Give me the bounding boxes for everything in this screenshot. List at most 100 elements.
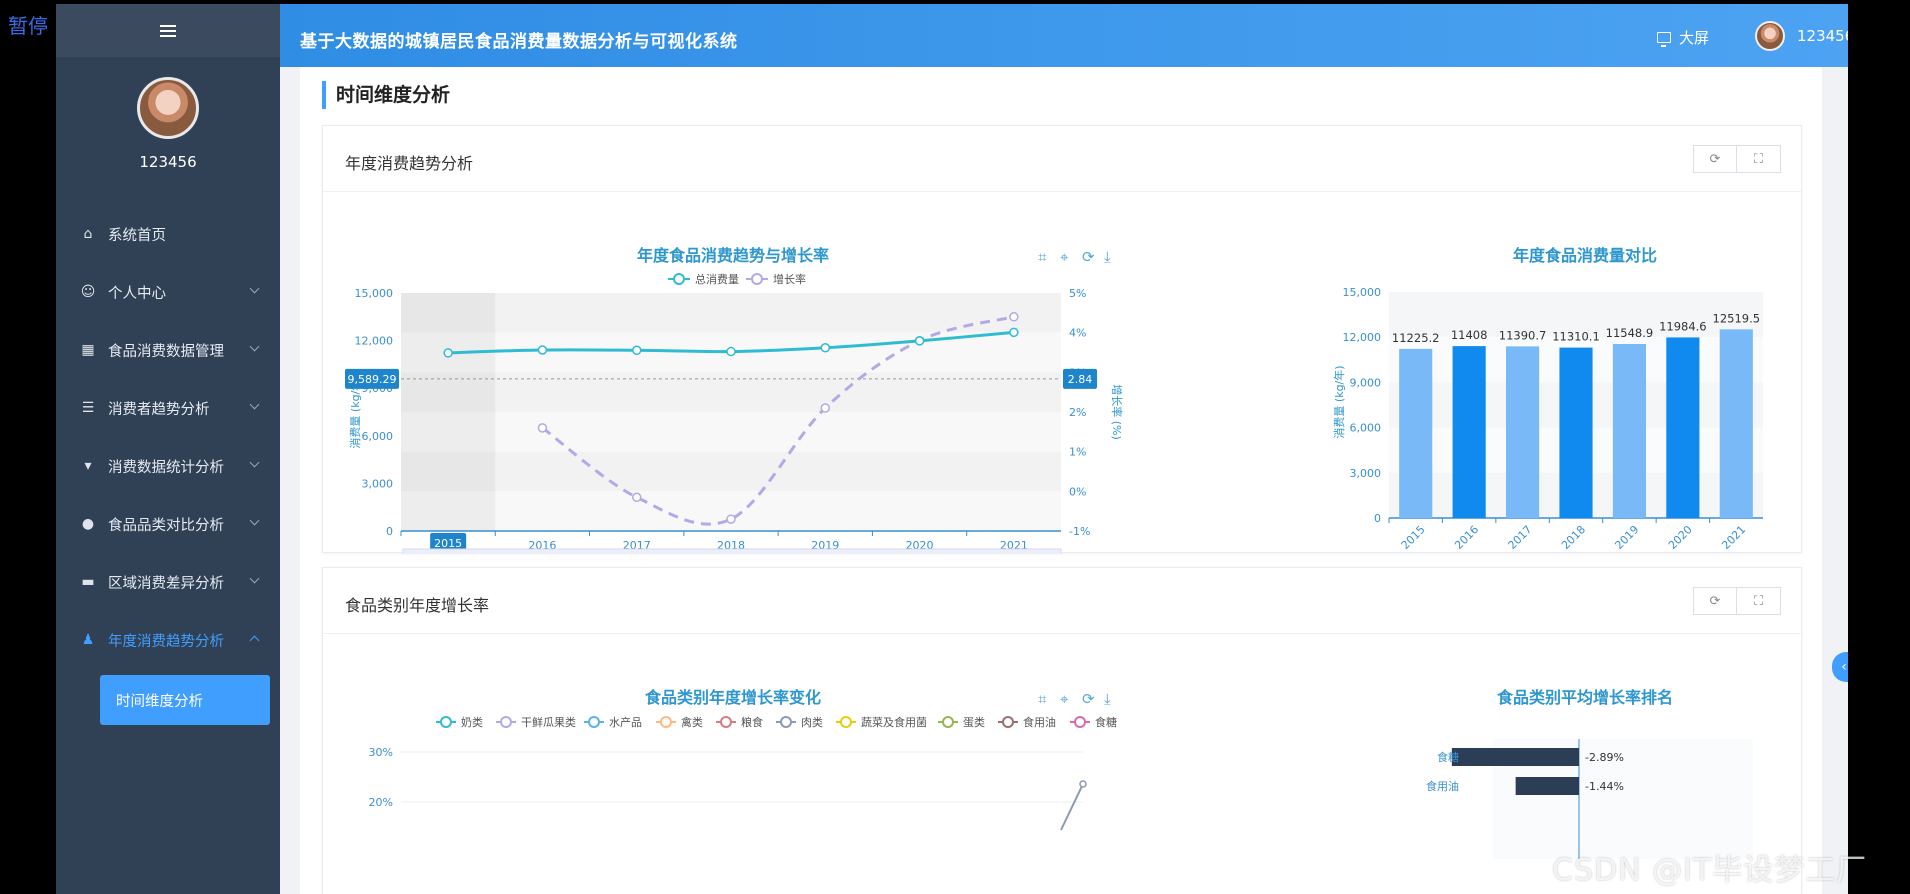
y-tick-label: 0 [386, 525, 393, 538]
grid-band [401, 372, 1061, 412]
y-right-tick-label: -1% [1069, 525, 1090, 538]
zoom-reset-icon[interactable]: ⌖ [1060, 248, 1069, 266]
data-label: 11390.7 [1499, 328, 1547, 342]
chart-title: 食品类别平均增长率排名 [1496, 688, 1673, 707]
y-right-tick-label: 1% [1069, 446, 1086, 459]
download-icon[interactable]: ⤓ [1104, 248, 1111, 266]
legend-marker [660, 716, 672, 728]
y-tick-label: 12,000 [1343, 331, 1382, 344]
data-label: 11310.1 [1552, 330, 1600, 344]
user-icon: ☺ [80, 284, 96, 300]
y-tick-label: 6,000 [362, 430, 394, 443]
data-point-total [631, 345, 642, 356]
card-header: 食品类别年度增长率 ⟳ ⛶ [323, 568, 1801, 634]
bar [1559, 347, 1593, 518]
chevron-icon [249, 515, 260, 526]
sidebar: 123456 ⌂ 系统首页 ☺ 个人中心 ▦ 食品消费数据管理 ☰ 消费者趋势分析 ▾ 消费数据统… [56, 4, 280, 894]
bar [1451, 748, 1579, 766]
y-tick-label: 食用油 [1426, 779, 1459, 793]
chevron-icon [249, 635, 260, 646]
sidebar-menu: ⌂ 系统首页 ☺ 个人中心 ▦ 食品消费数据管理 ☰ 消费者趋势分析 ▾ 消费数据统计分析 ● 食品品… [56, 205, 280, 669]
monitor-icon [1657, 32, 1671, 47]
header: 基于大数据的城镇居民食品消费量数据分析与可视化系统 大屏 123456 [280, 4, 1848, 67]
sidebar-item-label: 消费者趋势分析 [108, 401, 210, 418]
home-icon: ⌂ [83, 226, 93, 242]
grid-band [401, 451, 1061, 492]
fullscreen-button[interactable]: ⛶ [1737, 587, 1781, 615]
x-tick-label: 2019 [1612, 523, 1641, 552]
zoom-reset-icon[interactable]: ⌖ [1060, 690, 1069, 708]
legend-marker [588, 716, 600, 728]
sidebar-item-3[interactable]: ☰ 消费者趋势分析 [56, 379, 280, 437]
user-dropdown[interactable]: 123456 [1755, 21, 1848, 51]
x-tick-label: 2017 [1506, 523, 1535, 552]
legend-marker [1074, 716, 1086, 728]
legend-label: 总消费量 [695, 272, 739, 286]
legend-marker [840, 716, 852, 728]
annual-bar-chart[interactable]: 年度食品消费量对比 0 3,000 6,000 9,000 12,000 15,000 消费量… [1303, 192, 1803, 554]
data-point-total [1009, 327, 1019, 338]
fullscreen-icon: ⛶ [1753, 593, 1764, 609]
legend-label: 蛋类 [963, 715, 985, 729]
chevron-icon [249, 283, 260, 294]
data-point-growth [820, 403, 831, 413]
chart-title: 年度食品消费趋势与增长率 [637, 246, 829, 265]
fullscreen-icon: ⛶ [1753, 151, 1764, 167]
list-icon: ☰ [81, 400, 95, 416]
data-label: -1.44% [1585, 780, 1624, 793]
download-icon[interactable]: ⤓ [1104, 690, 1111, 708]
y-right-tick-label: 0% [1069, 485, 1086, 498]
data-point-total [820, 343, 831, 353]
trend-line-chart[interactable]: 年度食品消费趋势与增长率⌗⌖⟳⤓总消费量增长率03,0006,0009,0001… [323, 192, 1303, 554]
y-tick-label: 20% [369, 796, 393, 809]
legend-label: 粮食 [741, 715, 763, 729]
refresh-icon: ⟳ [1709, 593, 1721, 609]
app-title: 基于大数据的城镇居民食品消费量数据分析与可视化系统 [300, 32, 738, 52]
bar [1666, 337, 1700, 518]
sidebar-toggle[interactable] [56, 4, 280, 57]
legend-marker [942, 716, 954, 728]
zoom-icon[interactable]: ⌗ [1038, 248, 1047, 266]
legend-label: 禽类 [681, 715, 703, 729]
pause-label[interactable]: 暂停 [8, 10, 48, 39]
zoom-icon[interactable]: ⌗ [1038, 690, 1047, 708]
refresh-button[interactable]: ⟳ [1693, 587, 1737, 615]
legend-marker [780, 716, 792, 728]
avatar [137, 77, 199, 139]
bigscreen-button[interactable]: 大屏 [1657, 27, 1709, 48]
sidebar-item-1[interactable]: ☺ 个人中心 [56, 263, 280, 321]
y-right-axis-label: 增长率 (%) [1110, 384, 1124, 440]
legend-label: 奶类 [461, 715, 483, 729]
sidebar-item-label: 食品品类对比分析 [108, 517, 224, 534]
restore-icon[interactable]: ⟳ [1082, 248, 1095, 266]
datazoom-slider[interactable] [402, 548, 1062, 554]
avatar [1755, 21, 1785, 51]
category-growth-chart[interactable]: 食品类别年度增长率变化 ⌗ ⌖ ⟳ ⤓ 奶类 干鲜瓜果类 水产品 禽类 粮食 肉类 蔬菜及食用菌 蛋类 食… [323, 634, 1303, 894]
card-actions: ⟳ ⛶ [1693, 145, 1781, 173]
submenu-item-label: 时间维度分析 [116, 693, 203, 710]
y-tick-label: 12,000 [355, 335, 394, 348]
sidebar-item-5[interactable]: ● 食品品类对比分析 [56, 495, 280, 553]
sidebar-item-0[interactable]: ⌂ 系统首页 [56, 205, 280, 263]
chevron-icon [249, 341, 260, 352]
watermark: CSDN @IT毕设梦工厂 [1552, 853, 1868, 888]
submenu-item-time-analysis[interactable]: 时间维度分析 [100, 675, 270, 725]
bar [1506, 346, 1540, 518]
sidebar-item-4[interactable]: ▾ 消费数据统计分析 [56, 437, 280, 495]
brush-icon: ▾ [84, 458, 92, 474]
sidebar-item-2[interactable]: ▦ 食品消费数据管理 [56, 321, 280, 379]
legend-marker [720, 716, 732, 728]
legend-label: 食用油 [1023, 715, 1056, 729]
data-label: 11408 [1451, 328, 1488, 342]
legend-label: 肉类 [801, 715, 823, 729]
y-tick-label: 6,000 [1350, 422, 1382, 435]
fullscreen-button[interactable]: ⛶ [1737, 145, 1781, 173]
x-tick-label: 2015 [1399, 523, 1428, 552]
sidebar-item-7[interactable]: ♟ 年度消费趋势分析 [56, 611, 280, 669]
restore-icon[interactable]: ⟳ [1082, 690, 1095, 708]
refresh-button[interactable]: ⟳ [1693, 145, 1737, 173]
y-tick-label: 0 [1374, 512, 1381, 525]
sidebar-item-6[interactable]: ▬ 区域消费差异分析 [56, 553, 280, 611]
y-tick-label: 15,000 [355, 287, 394, 300]
card-title: 年度消费趋势分析 [345, 154, 474, 173]
